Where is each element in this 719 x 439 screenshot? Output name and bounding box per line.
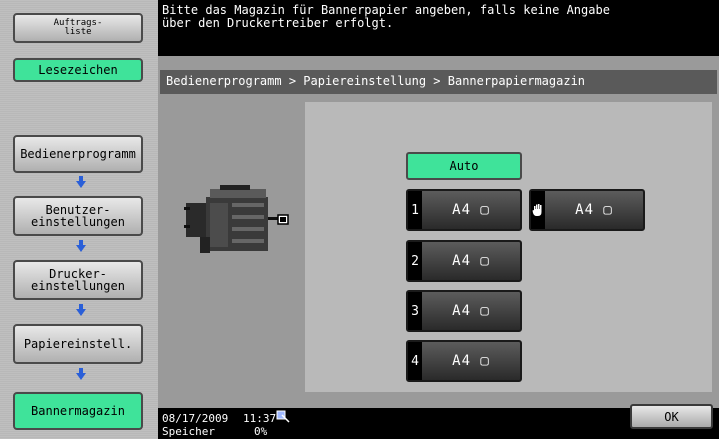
- memory-label: Speicher: [162, 425, 215, 438]
- bookmark-button[interactable]: Lesezeichen: [13, 58, 143, 82]
- bypass-tray-button[interactable]: A4 ▢: [529, 189, 645, 231]
- tray-1-button[interactable]: 1 A4 ▢: [406, 189, 522, 231]
- breadcrumb: Bedienerprogramm > Papiereinstellung > B…: [160, 70, 717, 94]
- auto-button[interactable]: Auto: [406, 152, 522, 180]
- nav-paper-settings[interactable]: Papiereinstell.: [13, 324, 143, 364]
- tray-paper: A4 ▢: [452, 303, 490, 319]
- time-text: 11:37: [243, 412, 277, 425]
- tray-number: 1: [408, 191, 422, 229]
- date-text: 08/17/2009: [162, 412, 229, 425]
- arrow-down-icon: [76, 240, 86, 252]
- ok-button[interactable]: OK: [630, 404, 713, 429]
- tray-2-button[interactable]: 2 A4 ▢: [406, 240, 522, 282]
- nav-printer-settings[interactable]: Drucker- einstellungen: [13, 260, 143, 300]
- tray-paper: A4 ▢: [452, 202, 490, 218]
- arrow-down-icon: [76, 176, 86, 188]
- memory-value: 0%: [254, 425, 268, 438]
- network-icon: [276, 409, 290, 423]
- tray-4-button[interactable]: 4 A4 ▢: [406, 340, 522, 382]
- job-list-button[interactable]: Auftrags- liste: [13, 13, 143, 43]
- printer-icon: [180, 185, 295, 260]
- tray-paper: A4 ▢: [575, 202, 613, 218]
- tray-paper: A4 ▢: [452, 253, 490, 269]
- tray-number: 4: [408, 342, 422, 380]
- tray-paper: A4 ▢: [452, 353, 490, 369]
- tray-number: 3: [408, 292, 422, 330]
- instruction-message: Bitte das Magazin für Bannerpapier angeb…: [158, 0, 719, 50]
- arrow-down-icon: [76, 304, 86, 316]
- nav-user-settings[interactable]: Benutzer- einstellungen: [13, 196, 143, 236]
- tray-number: 2: [408, 242, 422, 280]
- hand-icon: [531, 191, 545, 229]
- tray-3-button[interactable]: 3 A4 ▢: [406, 290, 522, 332]
- arrow-down-icon: [76, 368, 86, 380]
- nav-user-mode[interactable]: Bedienerprogramm: [13, 135, 143, 173]
- nav-banner-tray[interactable]: Bannermagazin: [13, 392, 143, 430]
